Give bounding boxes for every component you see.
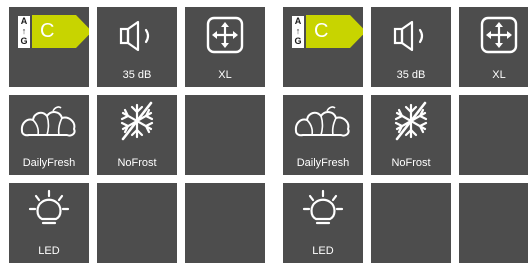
size-tile: XL: [185, 7, 265, 87]
light-bulb-icon: [302, 189, 344, 225]
energy-label-tile: A ↑ G C: [9, 7, 89, 87]
move-arrows-icon: [206, 16, 244, 54]
size-label: XL: [218, 69, 232, 81]
dailyfresh-tile: DailyFresh: [9, 95, 89, 175]
energy-label-tile: A ↑ G C: [283, 7, 363, 87]
energy-scale-bottom: G: [294, 36, 302, 46]
noise-level-label: 35 dB: [122, 69, 152, 81]
dailyfresh-label: DailyFresh: [22, 157, 76, 169]
noise-level-label: 35 dB: [396, 69, 426, 81]
led-label: LED: [38, 245, 60, 257]
size-label: XL: [492, 69, 506, 81]
no-frost-snowflake-icon: [120, 101, 154, 141]
energy-scale-bottom: G: [20, 36, 28, 46]
energy-scale-top: A: [20, 16, 28, 26]
size-tile: XL: [459, 7, 528, 87]
light-bulb-icon: [28, 189, 70, 225]
move-arrows-icon: [480, 16, 518, 54]
empty-tile: [97, 183, 177, 263]
led-tile: LED: [9, 183, 89, 263]
nofrost-label: NoFrost: [391, 157, 431, 169]
energy-scale-badge: A ↑ G: [18, 16, 30, 48]
empty-tile: [459, 95, 528, 175]
energy-scale-arrow: ↑: [21, 26, 27, 36]
nofrost-tile: NoFrost: [371, 95, 451, 175]
no-frost-snowflake-icon: [394, 101, 428, 141]
dailyfresh-tile: DailyFresh: [283, 95, 363, 175]
empty-tile: [371, 183, 451, 263]
vegetables-icon: [20, 106, 76, 137]
nofrost-tile: NoFrost: [97, 95, 177, 175]
empty-tile: [459, 183, 528, 263]
noise-level-tile: 35 dB: [97, 7, 177, 87]
speaker-icon: [393, 20, 424, 52]
empty-tile: [185, 183, 265, 263]
led-tile: LED: [283, 183, 363, 263]
energy-class-value: C: [40, 20, 55, 42]
energy-scale-arrow: ↑: [295, 26, 301, 36]
energy-scale-badge: A ↑ G: [292, 16, 304, 48]
empty-tile: [185, 95, 265, 175]
energy-scale-top: A: [294, 16, 302, 26]
energy-class-value: C: [314, 20, 329, 42]
vegetables-icon: [294, 106, 350, 137]
nofrost-label: NoFrost: [117, 157, 157, 169]
dailyfresh-label: DailyFresh: [296, 157, 350, 169]
speaker-icon: [119, 20, 150, 52]
noise-level-tile: 35 dB: [371, 7, 451, 87]
led-label: LED: [312, 245, 334, 257]
